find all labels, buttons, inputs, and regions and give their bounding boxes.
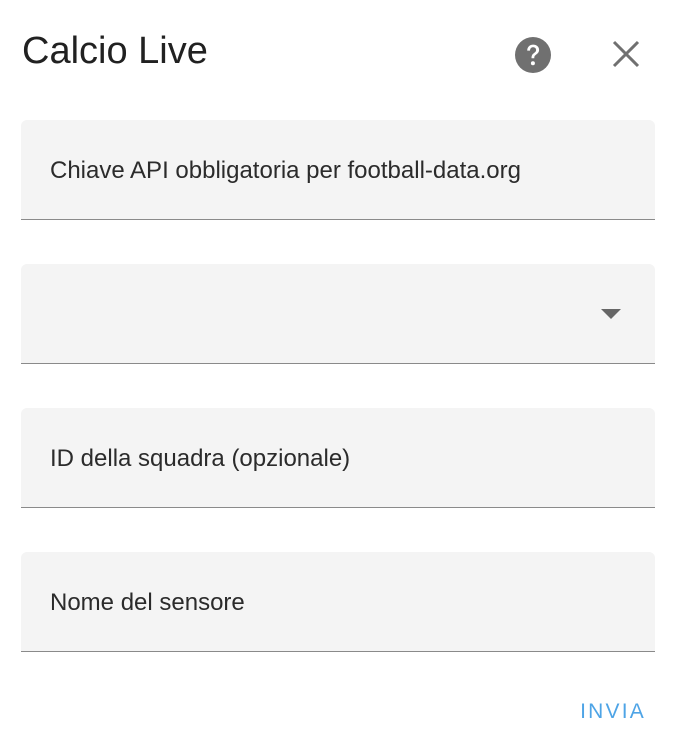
dialog-title: Calcio Live xyxy=(22,30,208,72)
chevron-down-icon[interactable] xyxy=(601,309,621,319)
api-key-field-label: Chiave API obbligatoria per football-dat… xyxy=(50,157,521,184)
help-circle-icon xyxy=(514,36,552,79)
competition-select[interactable] xyxy=(21,264,655,364)
close-icon xyxy=(612,40,640,73)
sensor-name-field-label: Nome del sensore xyxy=(50,589,245,616)
team-id-field[interactable]: ID della squadra (opzionale) xyxy=(21,408,655,508)
api-key-field[interactable]: Chiave API obbligatoria per football-dat… xyxy=(21,120,655,220)
help-button[interactable] xyxy=(510,34,556,80)
config-dialog: Calcio Live Chiave API obbligatoria per … xyxy=(0,0,682,752)
team-id-field-label: ID della squadra (opzionale) xyxy=(50,445,351,472)
sensor-name-field[interactable]: Nome del sensore xyxy=(21,552,655,652)
close-button[interactable] xyxy=(602,32,650,80)
submit-button[interactable]: INVIA xyxy=(580,700,646,724)
